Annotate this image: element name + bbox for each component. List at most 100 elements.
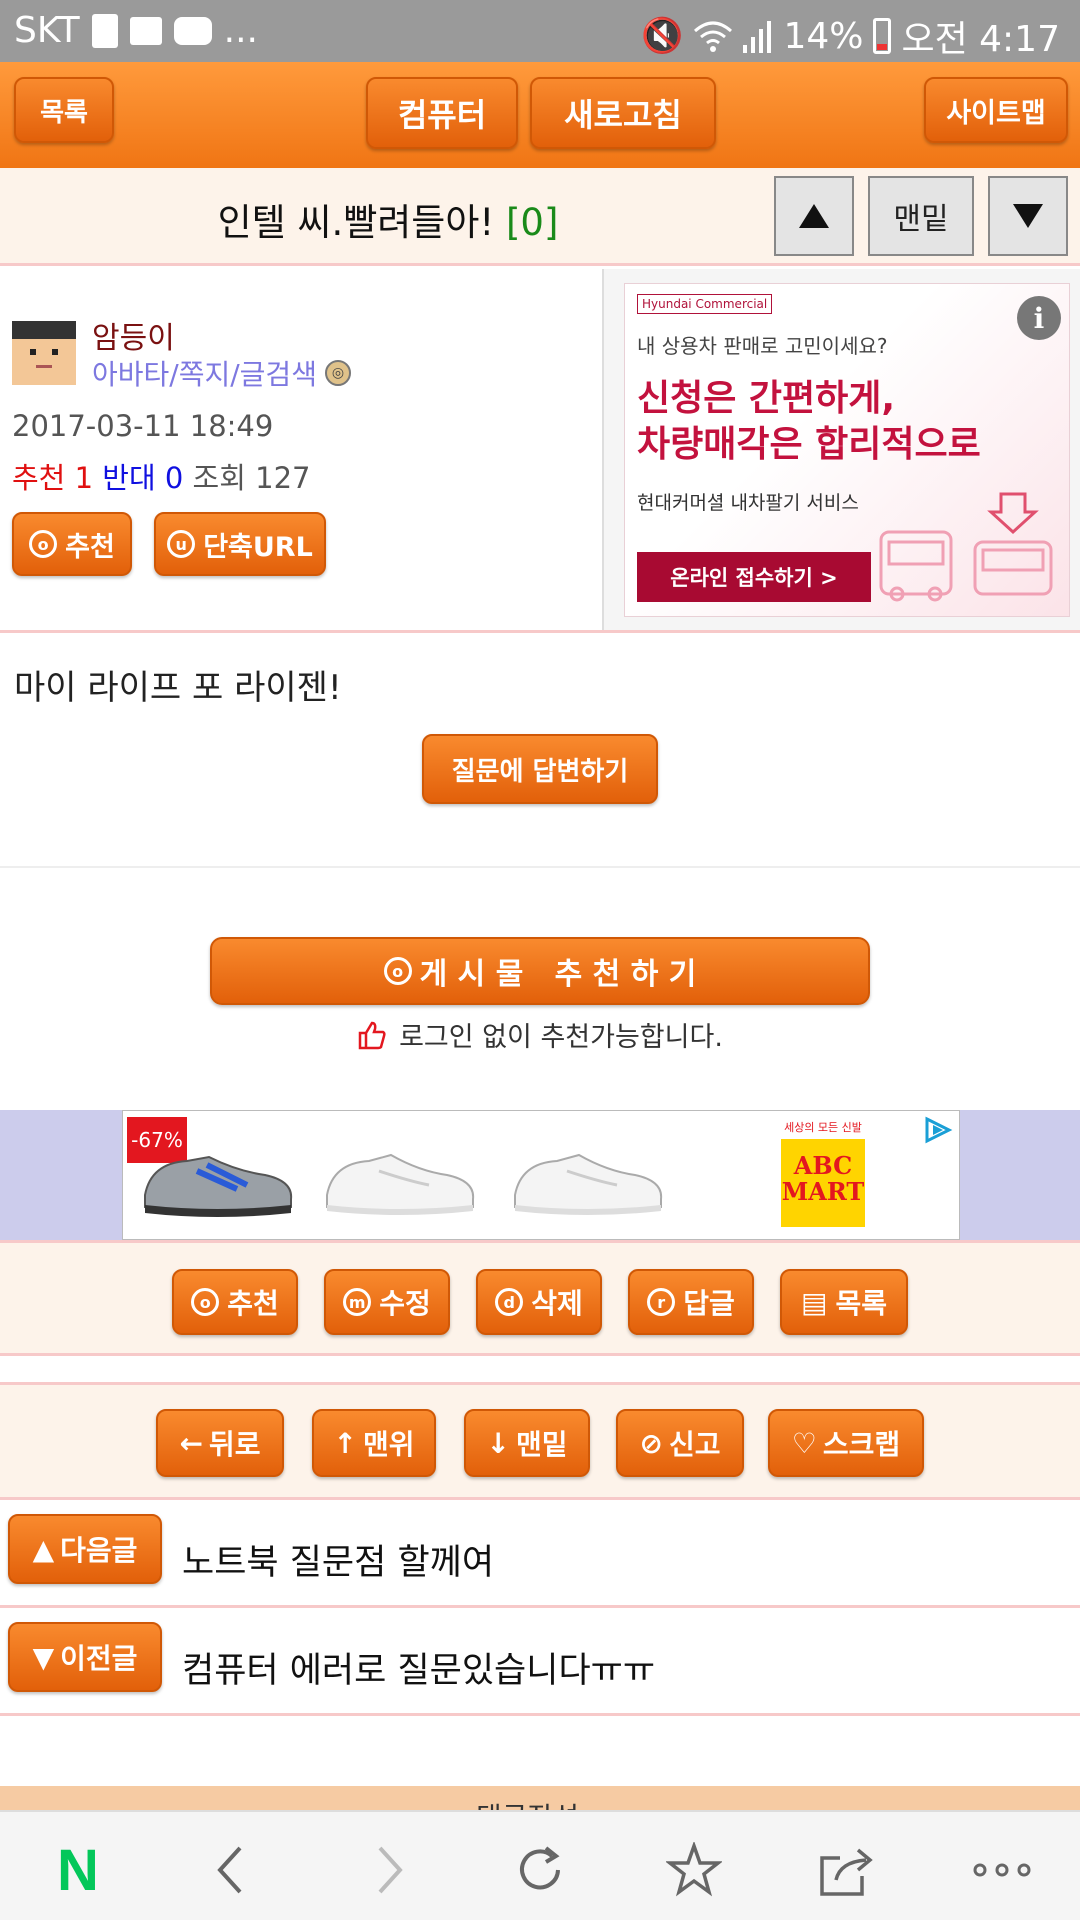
- recommend-label: 추천: [12, 461, 66, 495]
- image-notification-icon: [129, 16, 162, 45]
- recommend-post-button[interactable]: o게 시 물 추 천 하 기: [210, 937, 870, 1005]
- post-title-text: 인텔 씨.빨려들아!: [217, 201, 495, 244]
- short-url-u-icon: u: [167, 530, 196, 558]
- delete-button[interactable]: d 삭제: [476, 1269, 602, 1335]
- comment-count: [0]: [505, 201, 559, 244]
- next-post-row[interactable]: ▲ 다음글 노트북 질문점 할께여: [0, 1500, 1080, 1608]
- post-title-row: 인텔 씨.빨려들아! [0] 맨밑: [0, 168, 1080, 266]
- more-dots-icon[interactable]: [972, 1842, 1032, 1898]
- down-triangle-icon: ▼: [32, 1640, 55, 1674]
- scrap-button[interactable]: ♡ 스크랩: [768, 1409, 924, 1477]
- next-post-title[interactable]: 노트북 질문점 할께여: [182, 1534, 494, 1585]
- go-bottom-label: 맨밑: [893, 202, 949, 237]
- report-button[interactable]: ⊘ 신고: [616, 1409, 744, 1477]
- sitemap-button[interactable]: 사이트맵: [924, 77, 1068, 143]
- edit-button[interactable]: m 수정: [324, 1269, 450, 1335]
- thumbs-up-icon: [358, 1021, 386, 1049]
- recommend-button[interactable]: o 추천: [12, 512, 132, 576]
- vote-stats: 추천 1 반대 0 조회 127: [12, 455, 310, 497]
- list-button[interactable]: 목록: [14, 77, 114, 143]
- recommend-button-label: 추천: [65, 531, 115, 563]
- ad-headline-line2: 차량매각은 합리적으로: [637, 424, 981, 465]
- prev-post-row[interactable]: ▼ 이전글 컴퓨터 에러로 질문있습니다ㅠㅠ: [0, 1608, 1080, 1716]
- short-url-button-label: 단축URL: [203, 531, 313, 563]
- adchoices-icon[interactable]: [921, 1115, 955, 1145]
- medal-icon: ◎: [324, 360, 351, 386]
- recommend-post-o-icon: o: [383, 957, 412, 985]
- home-n-icon[interactable]: N: [48, 1838, 108, 1903]
- scrap-button-label: 스크랩: [822, 1428, 901, 1461]
- refresh-icon[interactable]: [510, 1842, 570, 1898]
- go-bottom-nav-button[interactable]: ↓ 맨밑: [464, 1409, 590, 1477]
- scroll-down-button[interactable]: [988, 176, 1068, 256]
- content-divider: [0, 866, 1080, 868]
- ad-info-icon[interactable]: i: [1017, 296, 1061, 340]
- abc-mart-logo: 세상의 모든 신발 ABC MART: [781, 1119, 865, 1239]
- post-date: 2017-03-11 18:49: [12, 409, 274, 443]
- sitemap-button-label: 사이트맵: [946, 97, 1046, 129]
- battery-alert-icon: [91, 13, 118, 48]
- forward-arrow-icon[interactable]: [360, 1842, 420, 1898]
- up-arrow-icon: ↑: [333, 1426, 357, 1460]
- abc-mart-ad[interactable]: -67% 세상의 모든 신발 ABC MART: [122, 1110, 960, 1240]
- computer-board-button[interactable]: 컴퓨터: [366, 77, 518, 149]
- delete-button-label: 삭제: [531, 1287, 583, 1320]
- short-url-button[interactable]: u 단축URL: [154, 512, 326, 576]
- signal-icon: [743, 21, 772, 53]
- author-links[interactable]: 아바타/쪽지/글검색 ◎: [92, 353, 351, 393]
- truck-illustration-icon: [879, 492, 1053, 602]
- recommend-action-button[interactable]: o 추천: [172, 1269, 298, 1335]
- list-action-button[interactable]: ▤ 목록: [780, 1269, 908, 1335]
- go-top-label: 맨위: [362, 1428, 415, 1461]
- views-count: 127: [255, 461, 311, 495]
- refresh-button[interactable]: 새로고침: [530, 77, 716, 149]
- ad-headline-line1: 신청은 간편하게,: [637, 378, 896, 419]
- prev-post-title[interactable]: 컴퓨터 에러로 질문있습니다ㅠㅠ: [182, 1642, 655, 1693]
- reply-button[interactable]: r 답글: [628, 1269, 754, 1335]
- oppose-count: 0: [164, 461, 184, 495]
- avatar[interactable]: [12, 321, 76, 385]
- hyundai-commercial-ad[interactable]: Hyundai Commercial 내 상용차 판매로 고민이세요? 신청은 …: [624, 283, 1070, 617]
- answer-question-button[interactable]: 질문에 답변하기: [422, 734, 658, 804]
- back-arrow-icon[interactable]: [200, 1842, 260, 1898]
- recommend-o-icon: o: [29, 530, 58, 558]
- author-info: 암등이 아바타/쪽지/글검색 ◎ 2017-03-11 18:49 추천 1 반…: [0, 269, 602, 631]
- battery-percent: 14%: [783, 15, 864, 57]
- refresh-button-label: 새로고침: [564, 96, 682, 134]
- oppose-label: 반대: [102, 461, 156, 495]
- next-post-button[interactable]: ▲ 다음글: [8, 1514, 162, 1584]
- post-body: 마이 라이프 포 라이젠!: [14, 668, 342, 708]
- down-arrow-icon: ↓: [486, 1426, 510, 1460]
- o-circle-icon: o: [191, 1288, 220, 1316]
- bookmark-star-icon[interactable]: [664, 1842, 724, 1898]
- views-label: 조회: [192, 461, 246, 495]
- list-action-label: 목록: [835, 1287, 887, 1320]
- author-links-text[interactable]: 아바타/쪽지/글검색: [92, 353, 317, 393]
- down-triangle-icon: [1013, 204, 1043, 228]
- prev-post-button[interactable]: ▼ 이전글: [8, 1622, 162, 1692]
- computer-board-label: 컴퓨터: [397, 96, 487, 134]
- section-divider: [0, 630, 1080, 633]
- back-button[interactable]: ← 뒤로: [156, 1409, 284, 1477]
- report-icon: ⊘: [639, 1426, 663, 1460]
- scroll-up-button[interactable]: [774, 176, 854, 256]
- list-icon: ▤: [801, 1285, 828, 1319]
- recommend-note-text: 로그인 없이 추천가능합니다.: [399, 1022, 723, 1053]
- author-name[interactable]: 암등이: [92, 313, 175, 357]
- up-triangle-icon: ▲: [32, 1532, 55, 1566]
- report-button-label: 신고: [668, 1428, 721, 1461]
- ad-panel: Hyundai Commercial 내 상용차 판매로 고민이세요? 신청은 …: [602, 269, 1080, 631]
- browser-toolbar: N: [0, 1810, 1080, 1920]
- go-top-button[interactable]: ↑ 맨위: [312, 1409, 436, 1477]
- recommend-count: 1: [74, 461, 94, 495]
- shoe-image-1: [144, 1155, 293, 1217]
- share-icon[interactable]: [816, 1842, 876, 1898]
- reply-button-label: 답글: [683, 1287, 735, 1320]
- ad-cta-button[interactable]: 온라인 접수하기 >: [637, 552, 871, 602]
- d-circle-icon: d: [495, 1288, 524, 1316]
- go-bottom-button[interactable]: 맨밑: [868, 176, 974, 256]
- mute-icon: 🔇: [641, 16, 684, 56]
- m-circle-icon: m: [343, 1288, 372, 1316]
- up-triangle-icon: [799, 204, 829, 228]
- ad-service: 현대커머셜 내차팔기 서비스: [637, 492, 859, 514]
